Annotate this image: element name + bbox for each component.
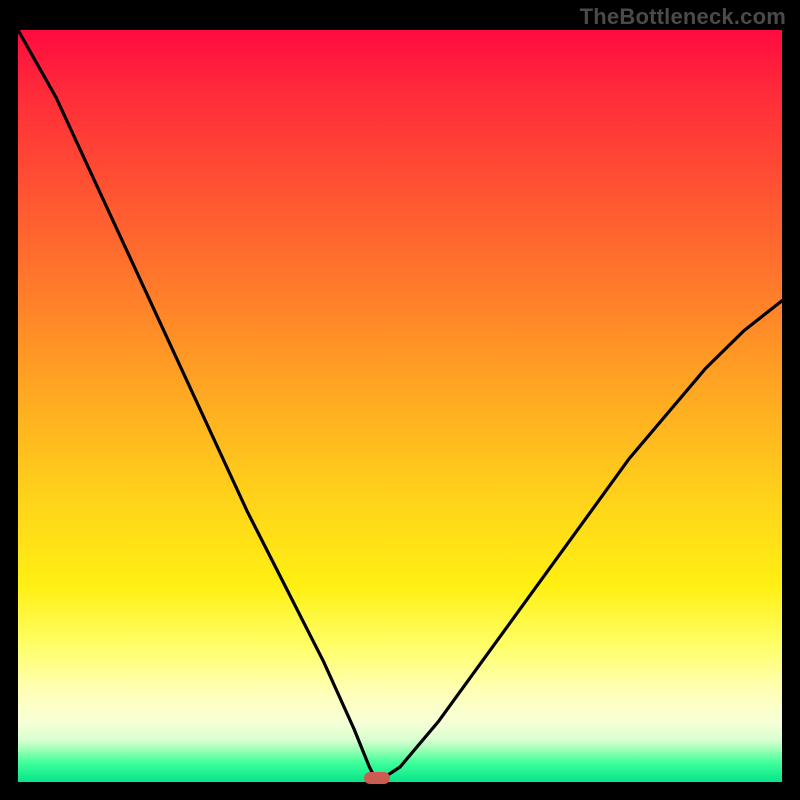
bottleneck-curve: [18, 30, 782, 782]
chart-frame: TheBottleneck.com: [0, 0, 800, 800]
watermark-text: TheBottleneck.com: [580, 4, 786, 30]
plot-area: [18, 30, 782, 782]
notch-marker: [364, 772, 390, 784]
